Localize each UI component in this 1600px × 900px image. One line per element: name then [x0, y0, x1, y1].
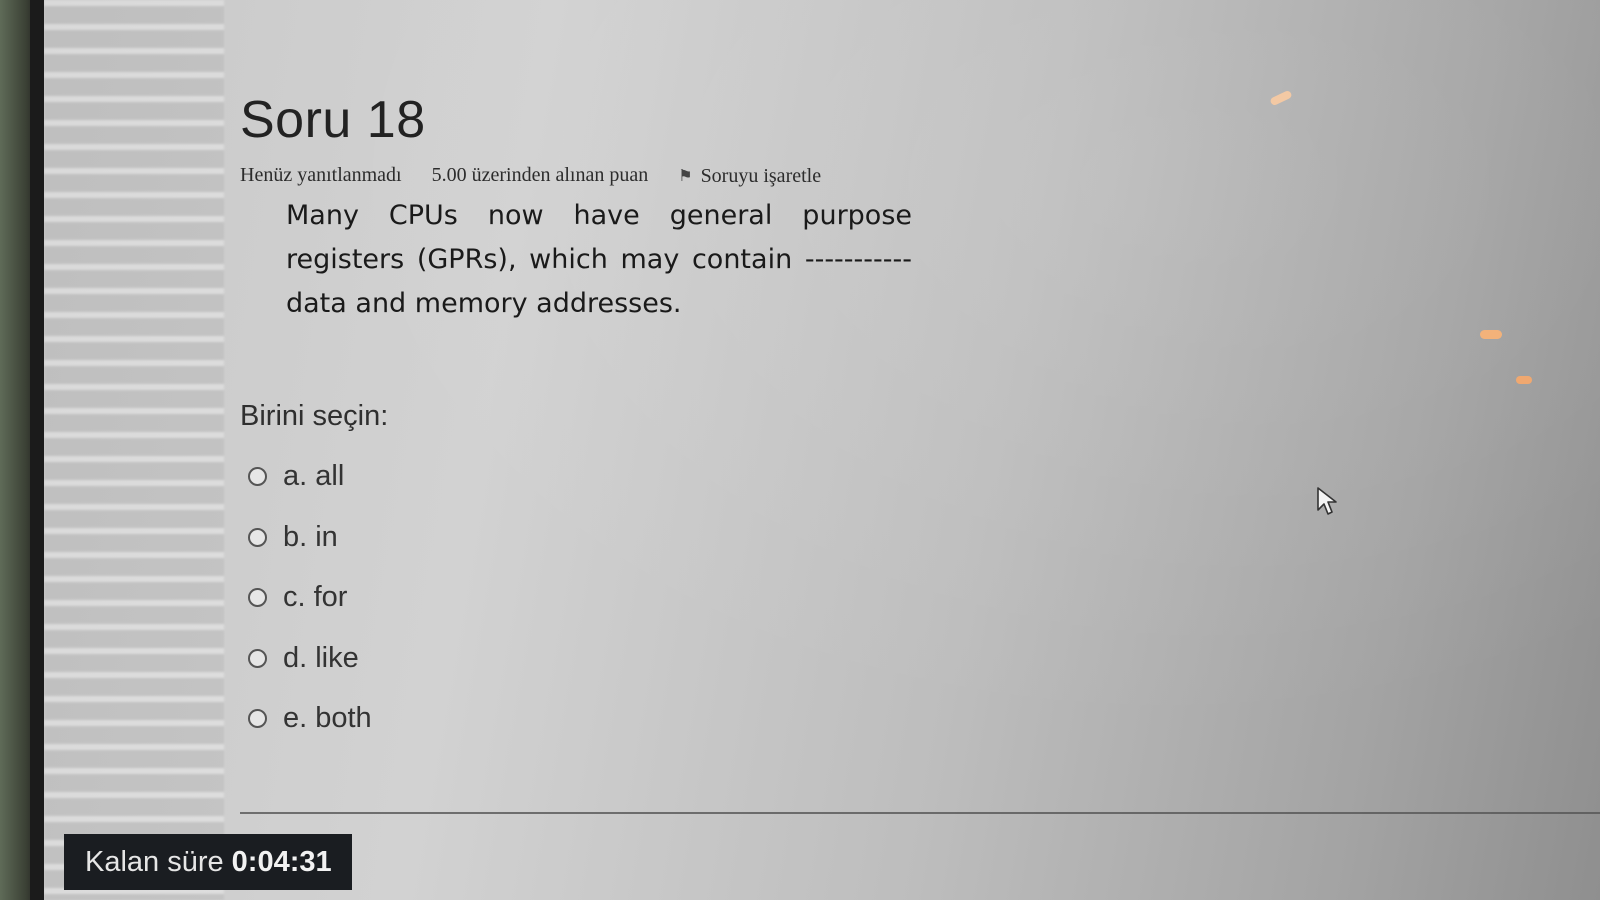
option-label: b. in	[283, 520, 338, 553]
question-points: 5.00 üzerinden alınan puan	[431, 164, 649, 186]
option-label: a. all	[283, 460, 345, 493]
timer-label: Kalan süre	[85, 845, 224, 878]
option-b[interactable]: b. in	[240, 507, 960, 568]
light-glare	[1480, 330, 1502, 339]
timer-box: Kalan süre 0:04:31	[64, 834, 352, 890]
answer-prompt: Birini seçin:	[240, 399, 389, 432]
light-glare	[1516, 376, 1532, 384]
mouse-pointer-icon	[1317, 487, 1337, 515]
option-a[interactable]: a. all	[240, 447, 960, 508]
option-e[interactable]: e. both	[240, 689, 960, 750]
monitor-bezel	[30, 0, 44, 900]
option-label: c. for	[283, 581, 348, 614]
flag-question-label: Soruyu işaretle	[700, 164, 822, 187]
divider	[240, 812, 1600, 814]
question-info: Henüz yanıtlanmadı 5.00 üzerinden alınan…	[240, 164, 960, 188]
option-label: e. both	[283, 702, 372, 735]
answer-options: a. all b. in c. for d. like e. both	[240, 447, 960, 750]
light-glare	[1269, 89, 1293, 107]
screen-reflection	[44, 0, 224, 900]
question-title: Soru 18	[240, 91, 426, 149]
radio-unselected-icon[interactable]	[248, 527, 267, 547]
screen: Soru 18 Henüz yanıtlanmadı 5.00 üzerinde…	[44, 0, 1600, 900]
radio-unselected-icon[interactable]	[248, 588, 267, 608]
flag-icon: ⚑	[678, 168, 693, 185]
option-c[interactable]: c. for	[240, 568, 960, 629]
question-panel: Soru 18 Henüz yanıtlanmadı 5.00 üzerinde…	[240, 90, 960, 749]
radio-unselected-icon[interactable]	[248, 648, 267, 668]
option-d[interactable]: d. like	[240, 628, 960, 689]
timer-value: 0:04:31	[231, 845, 332, 878]
flag-question-link[interactable]: ⚑ Soruyu işaretle	[678, 165, 821, 188]
radio-unselected-icon[interactable]	[248, 709, 267, 729]
question-status: Henüz yanıtlanmadı	[240, 164, 402, 186]
option-label: d. like	[283, 641, 359, 674]
question-text: Many CPUs now have general purpose regis…	[286, 199, 912, 319]
radio-unselected-icon[interactable]	[248, 467, 267, 487]
